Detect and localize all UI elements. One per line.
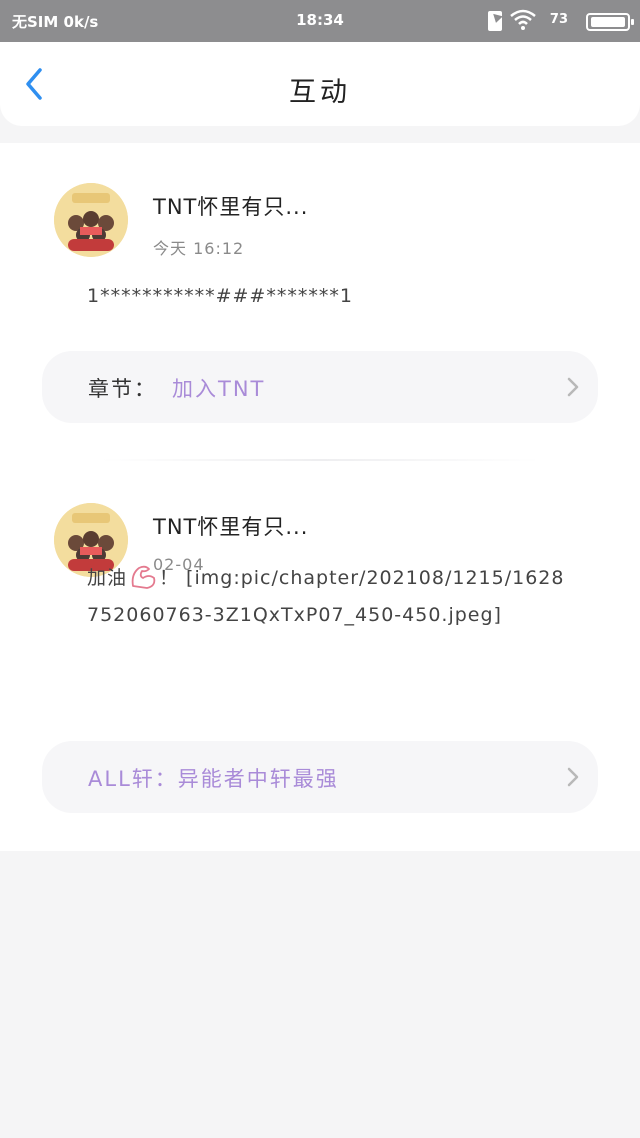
battery-level: 73 xyxy=(549,12,568,27)
avatar[interactable] xyxy=(54,183,128,257)
chevron-right-icon xyxy=(567,767,579,787)
user-name[interactable]: TNT怀里有只... xyxy=(153,191,308,221)
header: 互动 xyxy=(0,42,640,126)
comment-text: 1***********###*******1 xyxy=(87,285,353,307)
status-bar: 无SIM 0k/s 18:34 73 xyxy=(0,0,640,42)
charging-icon xyxy=(488,11,502,31)
comment-text-suffix: ！ [img:pic/chapter/202108/1215/162875206… xyxy=(87,567,565,626)
chevron-right-icon xyxy=(567,377,579,397)
chapter-link[interactable]: ALL轩：异能者中轩最强 xyxy=(42,741,598,813)
chapter-label: 章节： xyxy=(88,377,157,401)
comment-text-prefix: 加油 xyxy=(87,567,128,589)
comment-list: TNT怀里有只... 今天 16:12 1***********###*****… xyxy=(0,143,640,851)
wifi-icon xyxy=(510,9,536,30)
chapter-link[interactable]: 章节： 加入TNT xyxy=(42,351,598,423)
flexed-biceps-icon xyxy=(131,565,156,589)
page-title: 互动 xyxy=(289,77,351,108)
chapter-title: ALL轩：异能者中轩最强 xyxy=(88,767,339,791)
user-name[interactable]: TNT怀里有只... xyxy=(153,511,308,541)
comment-time: 今天 16:12 xyxy=(153,239,245,258)
comment-text: 加油！ [img:pic/chapter/202108/1215/1628752… xyxy=(87,560,577,634)
chapter-title: 加入TNT xyxy=(172,377,266,401)
clock: 18:34 xyxy=(296,11,344,29)
divider xyxy=(100,459,540,461)
battery-icon xyxy=(586,13,634,31)
